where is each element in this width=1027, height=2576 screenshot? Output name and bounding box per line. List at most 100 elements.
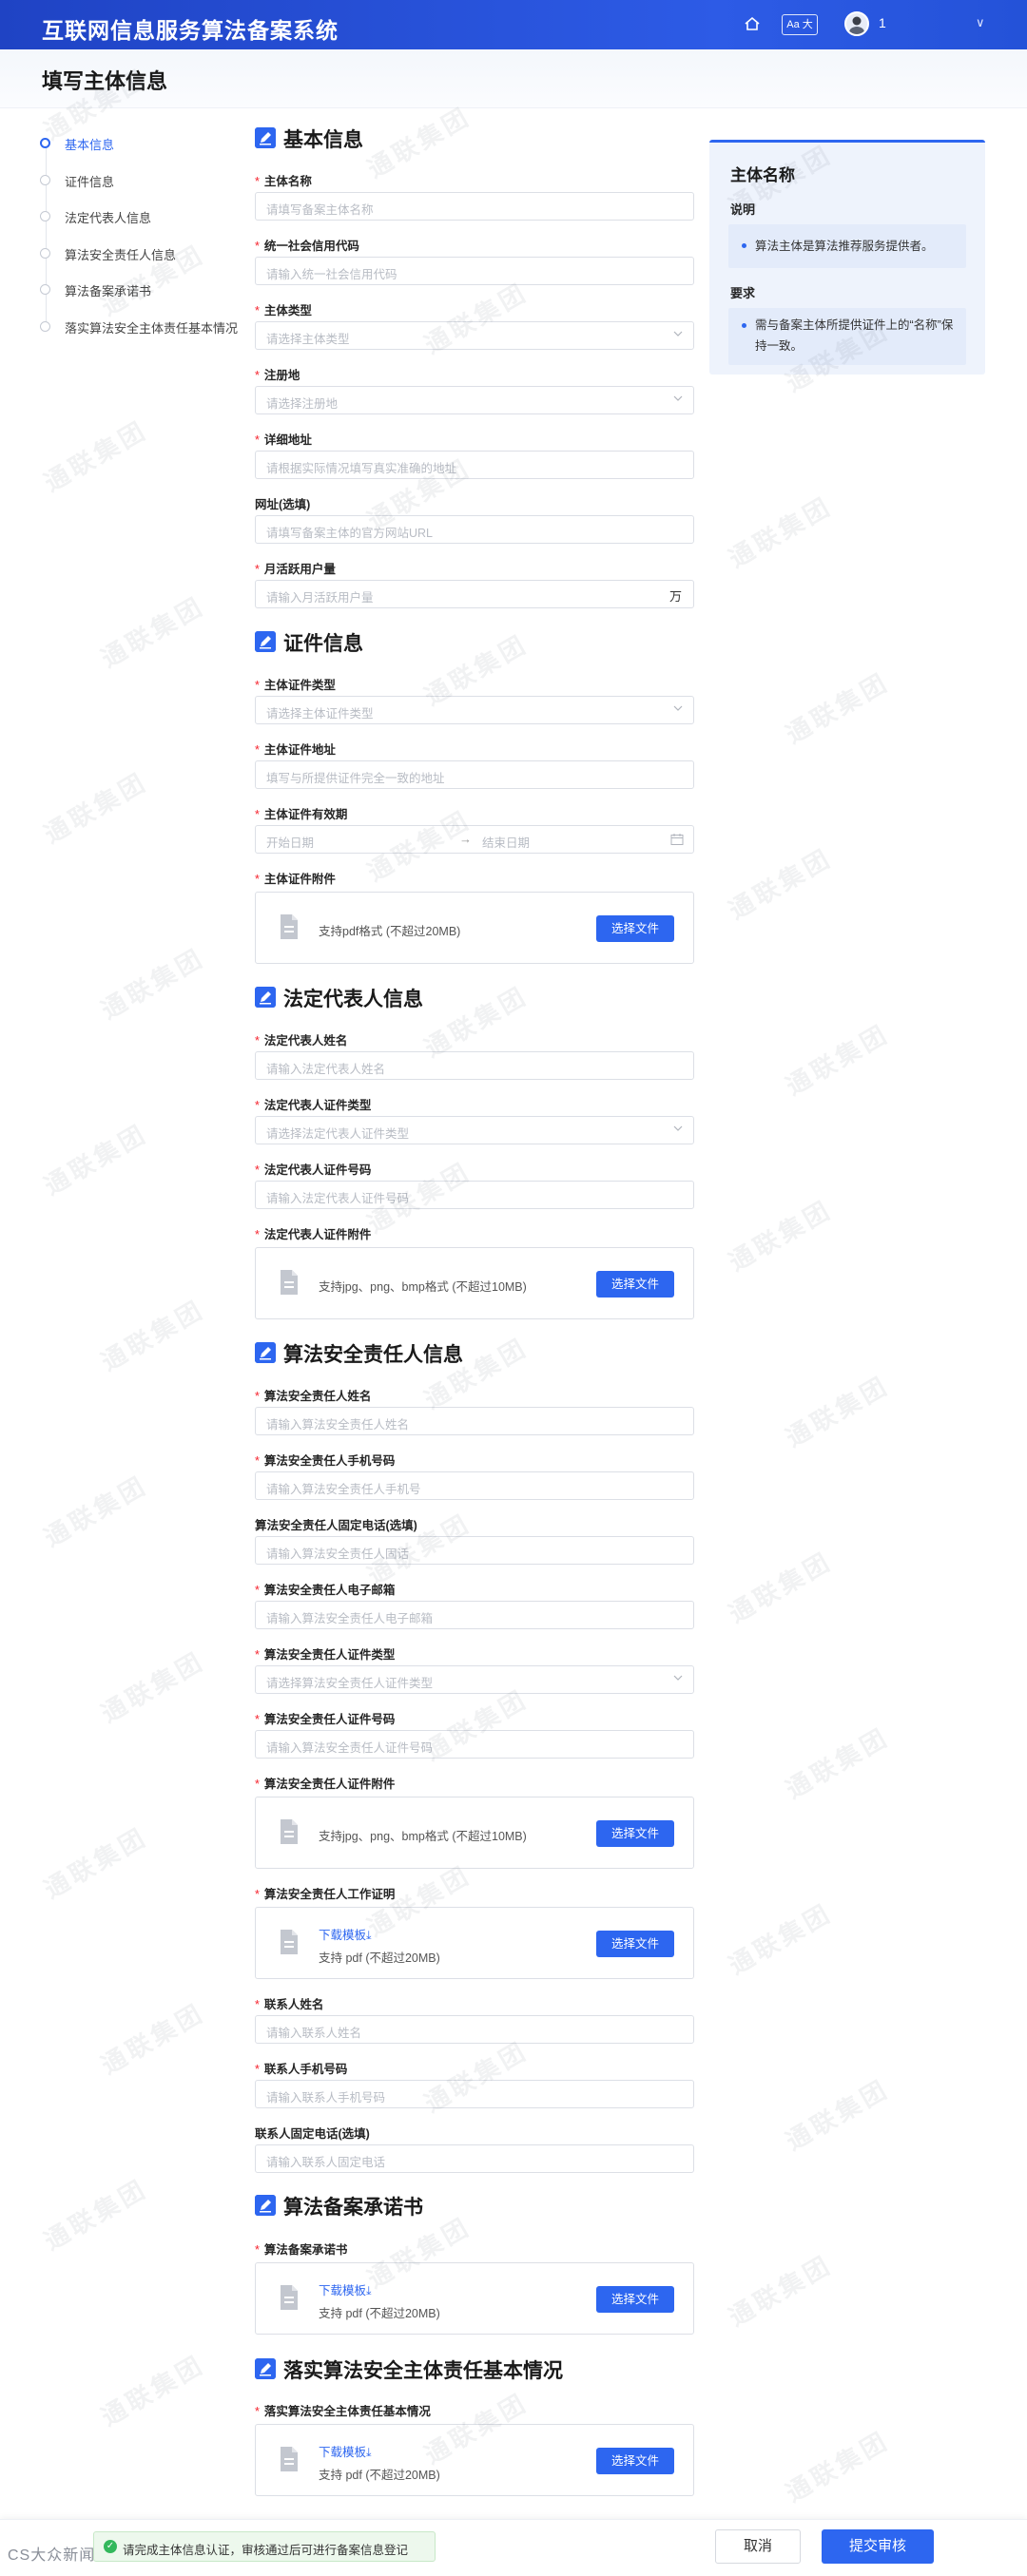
- help-desc-text: 算法主体是算法推荐服务提供者。: [755, 240, 934, 253]
- section-title: 证件信息: [283, 633, 363, 655]
- file-icon: [281, 2285, 298, 2310]
- safety-id-no-input[interactable]: 请输入算法安全责任人证件号码: [255, 1730, 694, 1759]
- download-template-link[interactable]: 下载模板⤓: [319, 2280, 372, 2298]
- subject-name-input[interactable]: 请填写备案主体名称: [255, 192, 694, 221]
- file-icon: [281, 1270, 298, 1295]
- cert-attachment-label: * 主体证件附件: [255, 873, 336, 886]
- watermark-text: 通联集团: [781, 1721, 895, 1804]
- nav-item-label: 落实算法安全主体责任基本情况: [65, 321, 239, 336]
- watermark-text: 通联集团: [724, 1546, 838, 1628]
- choose-file-button[interactable]: 选择文件: [596, 1820, 674, 1847]
- website-input[interactable]: 请填写备案主体的官方网站URL: [255, 515, 694, 544]
- file-icon: [281, 914, 298, 939]
- watermark-text: 通联集团: [781, 2425, 895, 2508]
- unit-suffix: 万: [669, 589, 682, 604]
- start-date-input[interactable]: 开始日期: [266, 833, 314, 851]
- region-select[interactable]: 请选择注册地: [255, 386, 694, 414]
- credit-code-label: * 统一社会信用代码: [255, 240, 359, 253]
- edit-icon: [255, 2358, 276, 2379]
- section-title: 算法备案承诺书: [283, 2197, 423, 2219]
- help-panel: 主体名称 说明 算法主体是算法推荐服务提供者。 要求 需与备案主体所提供证件上的…: [709, 140, 985, 375]
- watermark-text: 通联集团: [96, 1997, 210, 2080]
- cert-attachment-upload: 支持pdf格式 (不超过20MB) 选择文件: [255, 892, 694, 964]
- contact-tel-input[interactable]: 请输入联系人固定电话: [255, 2144, 694, 2173]
- legal-attachment-label: * 法定代表人证件附件: [255, 1228, 372, 1241]
- help-req-label: 要求: [730, 286, 756, 300]
- watermark-text: 通联集团: [781, 1018, 895, 1101]
- corner-watermark: CS大众新闻: [8, 2547, 96, 2564]
- safety-id-type-label: * 算法安全责任人证件类型: [255, 1648, 396, 1662]
- mau-input[interactable]: 请输入月活跃用户量万: [255, 580, 694, 608]
- watermark-text: 通联集团: [96, 1294, 210, 1376]
- choose-file-button[interactable]: 选择文件: [596, 1931, 674, 1957]
- safety-work-proof-upload: 下载模板⤓ 支持 pdf (不超过20MB) 选择文件: [255, 1907, 694, 1979]
- choose-file-button[interactable]: 选择文件: [596, 2286, 674, 2313]
- submit-button[interactable]: 提交审核: [822, 2529, 934, 2564]
- section-title: 基本信息: [283, 129, 363, 151]
- contact-name-input[interactable]: 请输入联系人姓名: [255, 2015, 694, 2044]
- end-date-input[interactable]: 结束日期: [482, 833, 530, 851]
- font-size-toggle[interactable]: Aa 大: [782, 14, 818, 35]
- choose-file-button[interactable]: 选择文件: [596, 1271, 674, 1298]
- avatar[interactable]: [844, 11, 869, 36]
- upload-hint: 支持 pdf (不超过20MB): [319, 2307, 440, 2320]
- cert-address-label: * 主体证件地址: [255, 743, 336, 757]
- watermark-text: 通联集团: [39, 1821, 153, 1904]
- watermark-text: 通联集团: [724, 1194, 838, 1277]
- safety-name-label: * 算法安全责任人姓名: [255, 1390, 372, 1403]
- nav-item-label: 基本信息: [65, 138, 115, 152]
- safety-work-proof-label: * 算法安全责任人工作证明: [255, 1888, 396, 1901]
- nav-dot-icon: [40, 211, 50, 221]
- watermark-text: 通联集团: [39, 1118, 153, 1201]
- chevron-down-icon: [673, 395, 683, 401]
- promise-letter-label: * 算法备案承诺书: [255, 2243, 348, 2257]
- nav-dot-icon: [40, 248, 50, 259]
- credit-code-input[interactable]: 请输入统一社会信用代码: [255, 257, 694, 285]
- safety-attachment-upload: 支持jpg、png、bmp格式 (不超过10MB) 选择文件: [255, 1797, 694, 1869]
- upload-hint: 支持 pdf (不超过20MB): [319, 2469, 440, 2482]
- contact-phone-input[interactable]: 请输入联系人手机号码: [255, 2080, 694, 2108]
- address-input[interactable]: 请根据实际情况填写真实准确的地址: [255, 451, 694, 479]
- legal-id-type-select[interactable]: 请选择法定代表人证件类型: [255, 1116, 694, 1144]
- nav-item-label: 算法安全责任人信息: [65, 248, 177, 262]
- chevron-down-icon[interactable]: ∨: [976, 15, 985, 30]
- safety-phone-input[interactable]: 请输入算法安全责任人手机号: [255, 1471, 694, 1500]
- nav-timeline-line: [46, 144, 47, 327]
- legal-name-input[interactable]: 请输入法定代表人姓名: [255, 1051, 694, 1080]
- safety-tel-label: 算法安全责任人固定电话(选填): [255, 1519, 417, 1532]
- watermark-text: 通联集团: [781, 666, 895, 749]
- download-template-link[interactable]: 下载模板⤓: [319, 2442, 372, 2460]
- home-icon[interactable]: [744, 15, 761, 32]
- download-template-link[interactable]: 下载模板⤓: [319, 1925, 372, 1943]
- choose-file-button[interactable]: 选择文件: [596, 2448, 674, 2474]
- success-check-icon: ✓: [104, 2540, 117, 2553]
- section-title: 算法安全责任人信息: [283, 1344, 463, 1366]
- range-arrow-icon: →: [459, 832, 472, 846]
- mau-label: * 月活跃用户量: [255, 563, 336, 576]
- safety-email-input[interactable]: 请输入算法安全责任人电子邮箱: [255, 1601, 694, 1629]
- cert-validity-label: * 主体证件有效期: [255, 808, 348, 821]
- watermark-text: 通联集团: [781, 1370, 895, 1452]
- nav-dot-icon: [40, 321, 50, 332]
- file-icon: [281, 2447, 298, 2471]
- help-req-box: 需与备案主体所提供证件上的“名称”保持一致。: [728, 308, 966, 365]
- legal-attachment-upload: 支持jpg、png、bmp格式 (不超过10MB) 选择文件: [255, 1247, 694, 1319]
- safety-name-input[interactable]: 请输入算法安全责任人姓名: [255, 1407, 694, 1435]
- cancel-button[interactable]: 取消: [715, 2529, 801, 2564]
- cert-address-input[interactable]: 填写与所提供证件完全一致的地址: [255, 760, 694, 789]
- help-desc-label: 说明: [730, 202, 756, 217]
- edit-icon: [255, 1342, 276, 1363]
- legal-id-type-label: * 法定代表人证件类型: [255, 1099, 372, 1112]
- subject-type-select[interactable]: 请选择主体类型: [255, 321, 694, 350]
- cert-type-select[interactable]: 请选择主体证件类型: [255, 696, 694, 724]
- cert-validity-range[interactable]: 开始日期 → 结束日期: [255, 825, 694, 854]
- choose-file-button[interactable]: 选择文件: [596, 915, 674, 942]
- safety-phone-label: * 算法安全责任人手机号码: [255, 1454, 396, 1468]
- legal-id-no-input[interactable]: 请输入法定代表人证件号码: [255, 1181, 694, 1209]
- edit-icon: [255, 987, 276, 1008]
- top-header: 互联网信息服务算法备案系统 Aa 大 1 ∨: [0, 0, 1027, 49]
- watermark-text: 通联集团: [39, 1470, 153, 1552]
- safety-tel-input[interactable]: 请输入算法安全责任人固话: [255, 1536, 694, 1565]
- safety-id-type-select[interactable]: 请选择算法安全责任人证件类型: [255, 1665, 694, 1694]
- user-name[interactable]: 1: [879, 15, 886, 30]
